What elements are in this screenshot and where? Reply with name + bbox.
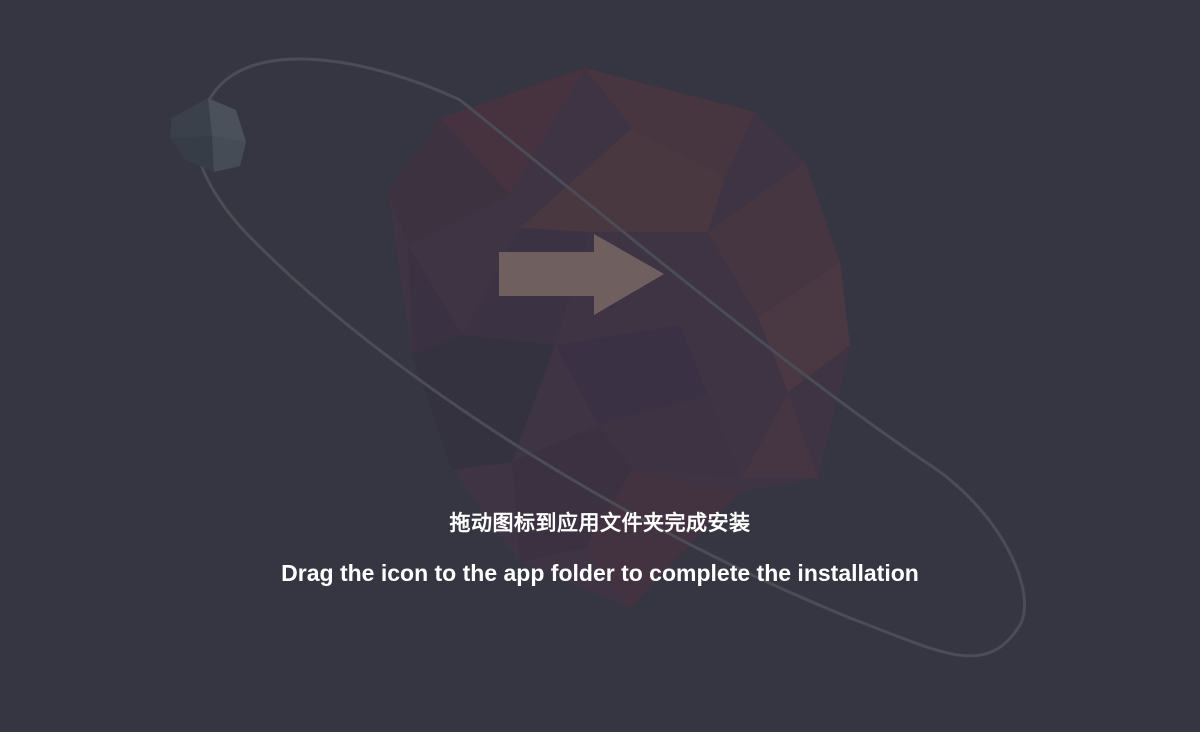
instruction-text-zh: 拖动图标到应用文件夹完成安装 (449, 511, 751, 535)
instruction-text-en: Drag the icon to the app folder to compl… (281, 560, 919, 586)
moon-graphic (170, 98, 246, 172)
background-illustration (170, 57, 1026, 658)
dmg-installer-window: 拖动图标到应用文件夹完成安装 Drag the icon to the app … (0, 0, 1200, 732)
